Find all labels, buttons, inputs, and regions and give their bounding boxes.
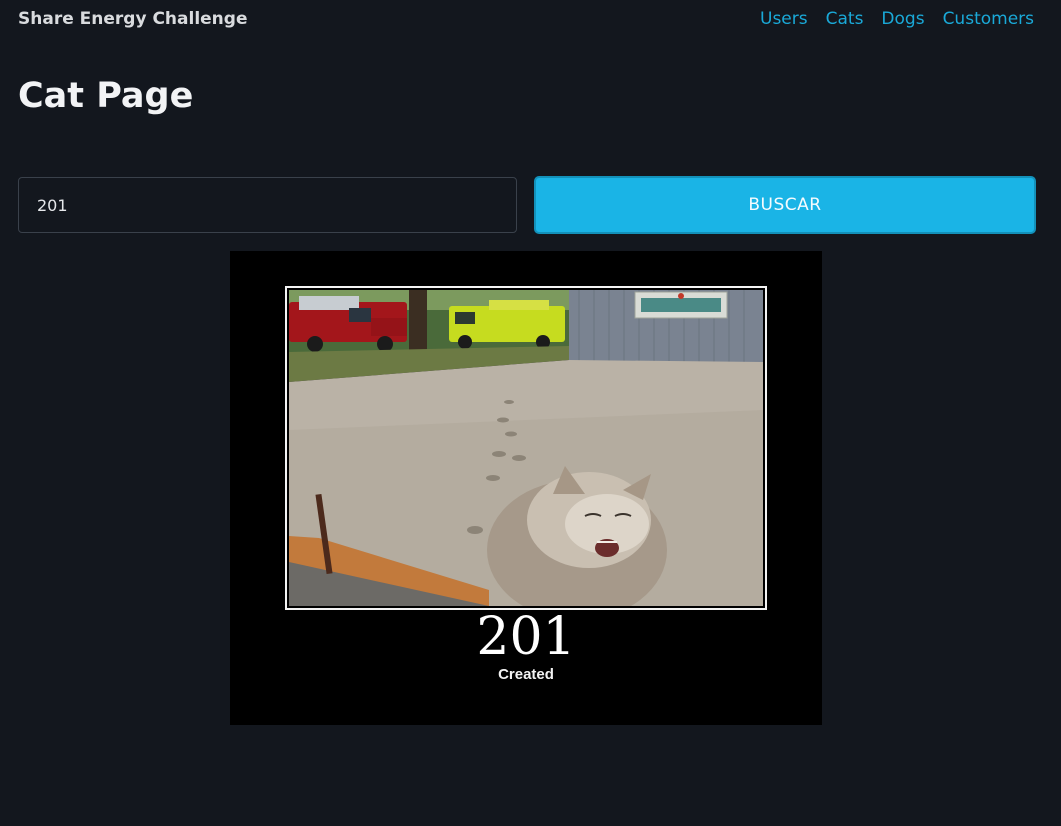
photo-frame bbox=[285, 286, 767, 610]
main-nav: Users Cats Dogs Customers bbox=[760, 9, 1034, 29]
search-button[interactable]: BUSCAR bbox=[534, 176, 1036, 234]
status-code-label: 201 bbox=[476, 607, 576, 667]
status-code-input[interactable] bbox=[18, 177, 517, 233]
nav-link-cats[interactable]: Cats bbox=[826, 9, 864, 29]
nav-link-customers[interactable]: Customers bbox=[943, 9, 1034, 29]
nav-link-dogs[interactable]: Dogs bbox=[881, 9, 924, 29]
cat-photo bbox=[289, 290, 763, 606]
page-title: Cat Page bbox=[18, 76, 194, 116]
http-cat-image: 201 Created bbox=[230, 251, 822, 725]
brand-title[interactable]: Share Energy Challenge bbox=[18, 9, 247, 29]
status-text-label: Created bbox=[498, 666, 554, 683]
nav-link-users[interactable]: Users bbox=[760, 9, 808, 29]
top-navbar: Share Energy Challenge Users Cats Dogs C… bbox=[0, 0, 1061, 40]
